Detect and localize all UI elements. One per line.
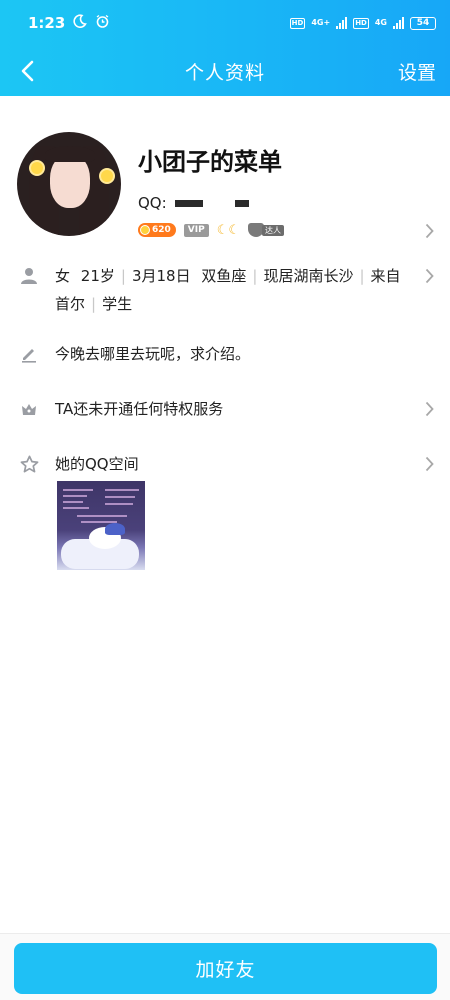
talent-badge: 达人 [248, 223, 285, 237]
info-zodiac: 双鱼座 [201, 267, 247, 285]
privilege-text: TA还未开通任何特权服务 [55, 400, 224, 418]
level-badge: 620 [138, 223, 176, 237]
profile-name: 小团子的菜单 [138, 148, 282, 176]
chevron-right-icon [425, 456, 434, 476]
add-friend-button[interactable]: 加好友 [14, 943, 437, 994]
header: 1:23 HD 4G+ HD 4G 54 个人资料 设置 [0, 0, 450, 96]
hd-icon-2: HD [353, 17, 369, 29]
qq-number-masked [174, 199, 203, 207]
crown-icon [19, 399, 39, 419]
info-occupation: 学生 [102, 295, 133, 313]
avatar[interactable] [17, 132, 121, 236]
nav-bar: 个人资料 设置 [0, 46, 450, 96]
qzone-label: 她的QQ空间 [55, 455, 139, 473]
qq-number: QQ: [138, 194, 249, 212]
star-icon [19, 454, 39, 474]
status-bar: 1:23 HD 4G+ HD 4G 54 [0, 0, 450, 46]
qq-number-masked-2 [234, 199, 249, 207]
chevron-right-icon [425, 268, 434, 288]
person-icon [19, 266, 39, 286]
moon-level-icon: ☾☾ [216, 222, 241, 238]
signature-text: 今晚去哪里去玩呢，求介绍。 [55, 345, 251, 363]
signature-row[interactable]: 今晚去哪里去玩呢，求介绍。 [0, 340, 450, 368]
profile-card[interactable]: 小团子的菜单 QQ: 620 VIP ☾☾ 达人 [0, 96, 450, 256]
info-gender: 女 [55, 267, 71, 285]
privilege-row[interactable]: TA还未开通任何特权服务 [0, 395, 450, 423]
chevron-right-icon [425, 223, 434, 243]
battery-level: 54 [416, 18, 430, 28]
info-text: 女 21岁 | 3月18日 双鱼座 | 现居湖南长沙 | 来自首尔 | 学生 [55, 267, 401, 313]
hd-icon: HD [289, 17, 306, 29]
signal-icon [336, 17, 348, 29]
settings-button[interactable]: 设置 [398, 58, 436, 85]
info-birthday: 3月18日 [131, 267, 191, 285]
vip-badge: VIP [183, 223, 209, 237]
info-age: 21岁 [80, 267, 115, 285]
bottom-bar: 加好友 [0, 933, 450, 1000]
status-time: 1:23 [28, 14, 66, 32]
battery-icon: 54 [410, 16, 436, 30]
network-type-1: 4G+ [311, 18, 331, 27]
page-title: 个人资料 [184, 61, 265, 84]
moon-icon [73, 14, 88, 32]
qq-label: QQ: [138, 194, 167, 212]
chevron-right-icon [425, 401, 434, 421]
alarm-icon [95, 14, 110, 33]
back-button[interactable] [10, 54, 44, 88]
info-location: 现居湖南长沙 [263, 267, 354, 285]
qzone-thumbnail[interactable] [57, 481, 145, 570]
badge-row[interactable]: 620 VIP ☾☾ 达人 [138, 222, 285, 238]
pencil-icon [19, 344, 39, 364]
level-value: 620 [152, 225, 171, 235]
network-type-2: 4G [374, 18, 387, 27]
talent-label: 达人 [262, 224, 285, 236]
signal-icon-2 [393, 17, 404, 29]
chevron-left-icon [21, 60, 34, 82]
info-row[interactable]: 女 21岁 | 3月18日 双鱼座 | 现居湖南长沙 | 来自首尔 | 学生 [0, 262, 450, 322]
qzone-row[interactable]: 她的QQ空间 [0, 450, 450, 478]
